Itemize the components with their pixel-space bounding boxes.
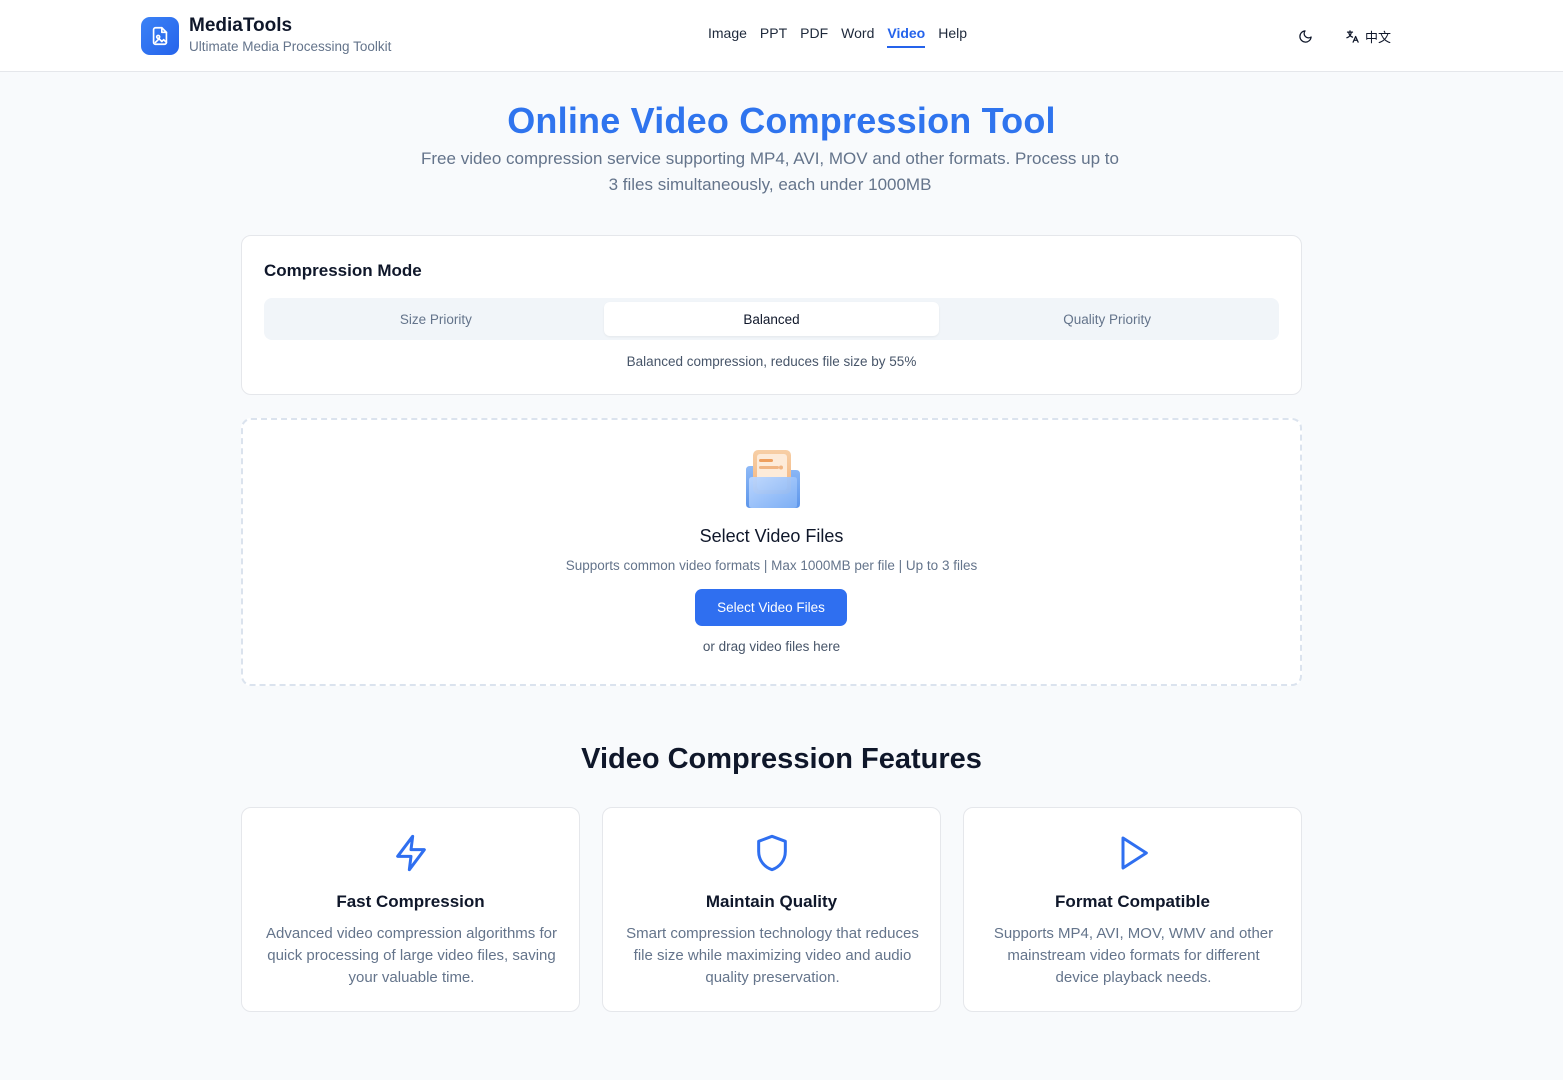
feature-title: Maintain Quality — [705, 892, 838, 911]
folder-icon — [743, 448, 803, 515]
select-video-files-button[interactable]: Select Video Files — [695, 589, 847, 626]
header-actions: 中文 — [1295, 25, 1391, 47]
play-icon — [1112, 832, 1154, 874]
language-switch-button[interactable]: 中文 — [1345, 27, 1391, 46]
page-subtitle: Free video compression service supportin… — [421, 149, 1119, 194]
compression-mode-description: Balanced compression, reduces file size … — [626, 354, 917, 369]
upload-dropzone[interactable]: Select Video Files Supports common video… — [241, 418, 1302, 686]
moon-icon — [1299, 29, 1313, 43]
app-logo-icon — [141, 17, 179, 55]
features-title: Video Compression Features — [581, 743, 982, 775]
nav-ppt[interactable]: PPT — [760, 25, 787, 48]
page-title: Online Video Compression Tool — [507, 100, 1056, 141]
feature-title: Format Compatible — [1055, 892, 1210, 911]
mode-quality-priority[interactable]: Quality Priority — [939, 302, 1275, 336]
feature-card-format-compatible: Format Compatible Supports MP4, AVI, MOV… — [963, 807, 1302, 1012]
feature-description: Advanced video compression algorithms fo… — [266, 925, 557, 986]
nav-video[interactable]: Video — [887, 25, 926, 48]
top-header: MediaTools Ultimate Media Processing Too… — [0, 0, 1563, 72]
main-nav: Image PPT PDF Word Video Help — [708, 25, 980, 48]
feature-description: Supports MP4, AVI, MOV, WMV and other ma… — [993, 925, 1274, 986]
theme-toggle-button[interactable] — [1295, 25, 1317, 47]
brand[interactable]: MediaTools Ultimate Media Processing Too… — [141, 15, 391, 57]
app-tagline: Ultimate Media Processing Toolkit — [189, 39, 392, 54]
feature-title: Fast Compression — [336, 892, 485, 911]
upload-title: Select Video Files — [699, 526, 844, 546]
language-label: 中文 — [1364, 29, 1391, 45]
drag-hint: or drag video files here — [702, 639, 841, 654]
compression-mode-selector: Size Priority Balanced Quality Priority — [264, 298, 1279, 340]
mode-balanced[interactable]: Balanced — [603, 302, 940, 336]
nav-help[interactable]: Help — [938, 25, 967, 48]
feature-description: Smart compression technology that reduce… — [626, 925, 919, 986]
compression-mode-card: Compression Mode Size Priority Balanced … — [241, 235, 1302, 395]
translate-icon — [1346, 29, 1359, 43]
compression-mode-title: Compression Mode — [264, 261, 422, 280]
feature-card-fast-compression: Fast Compression Advanced video compress… — [241, 807, 580, 1012]
nav-image[interactable]: Image — [708, 25, 747, 48]
upload-hint: Supports common video formats | Max 1000… — [565, 558, 978, 573]
mode-size-priority[interactable]: Size Priority — [268, 302, 604, 336]
lightning-icon — [390, 832, 432, 874]
shield-icon — [751, 832, 793, 874]
app-name: MediaTools — [189, 15, 293, 36]
nav-word[interactable]: Word — [841, 25, 874, 48]
feature-card-maintain-quality: Maintain Quality Smart compression techn… — [602, 807, 941, 1012]
nav-pdf[interactable]: PDF — [800, 25, 828, 48]
